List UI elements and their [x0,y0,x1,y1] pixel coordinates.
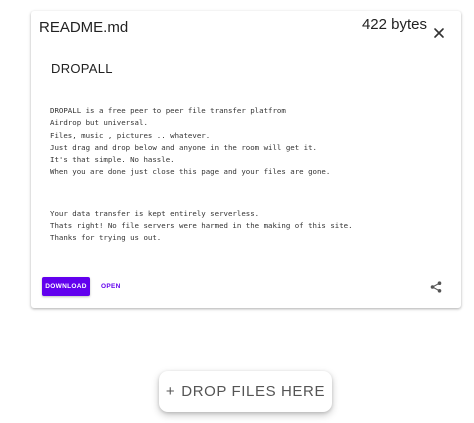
document-line: When you are done just close this page a… [50,167,331,177]
file-name: README.md [39,19,129,36]
document-title: DROPALL [51,61,113,76]
app-stage: README.md 422 bytes DROPALL DROPALL is a… [0,0,474,423]
document-body: DROPALL is a free peer to peer file tran… [50,105,353,245]
document-line: Just drag and drop below and anyone in t… [50,142,317,152]
drop-files-label: DROP FILES HERE [181,383,326,400]
drop-files-button[interactable]: + DROP FILES HERE [159,371,332,412]
document-line: Your data transfer is kept entirely serv… [50,208,260,218]
document-line: Thats right! No file servers were harmed… [50,221,353,231]
share-icon[interactable] [430,281,442,293]
document-line: Thanks for trying us out. [50,233,162,243]
open-button[interactable]: OPEN [96,277,126,296]
document-line: It's that simple. No hassle. [50,155,175,165]
plus-icon: + [165,383,176,400]
document-line: DROPALL is a free peer to peer file tran… [50,106,286,115]
close-icon[interactable] [431,25,447,41]
file-card: README.md 422 bytes DROPALL DROPALL is a… [31,11,461,308]
file-size: 422 bytes [361,16,427,33]
download-button[interactable]: DOWNLOAD [42,277,90,296]
document-line: Files, music , pictures .. whatever. [50,130,211,140]
document-line: Airdrop but universal. [50,118,148,128]
